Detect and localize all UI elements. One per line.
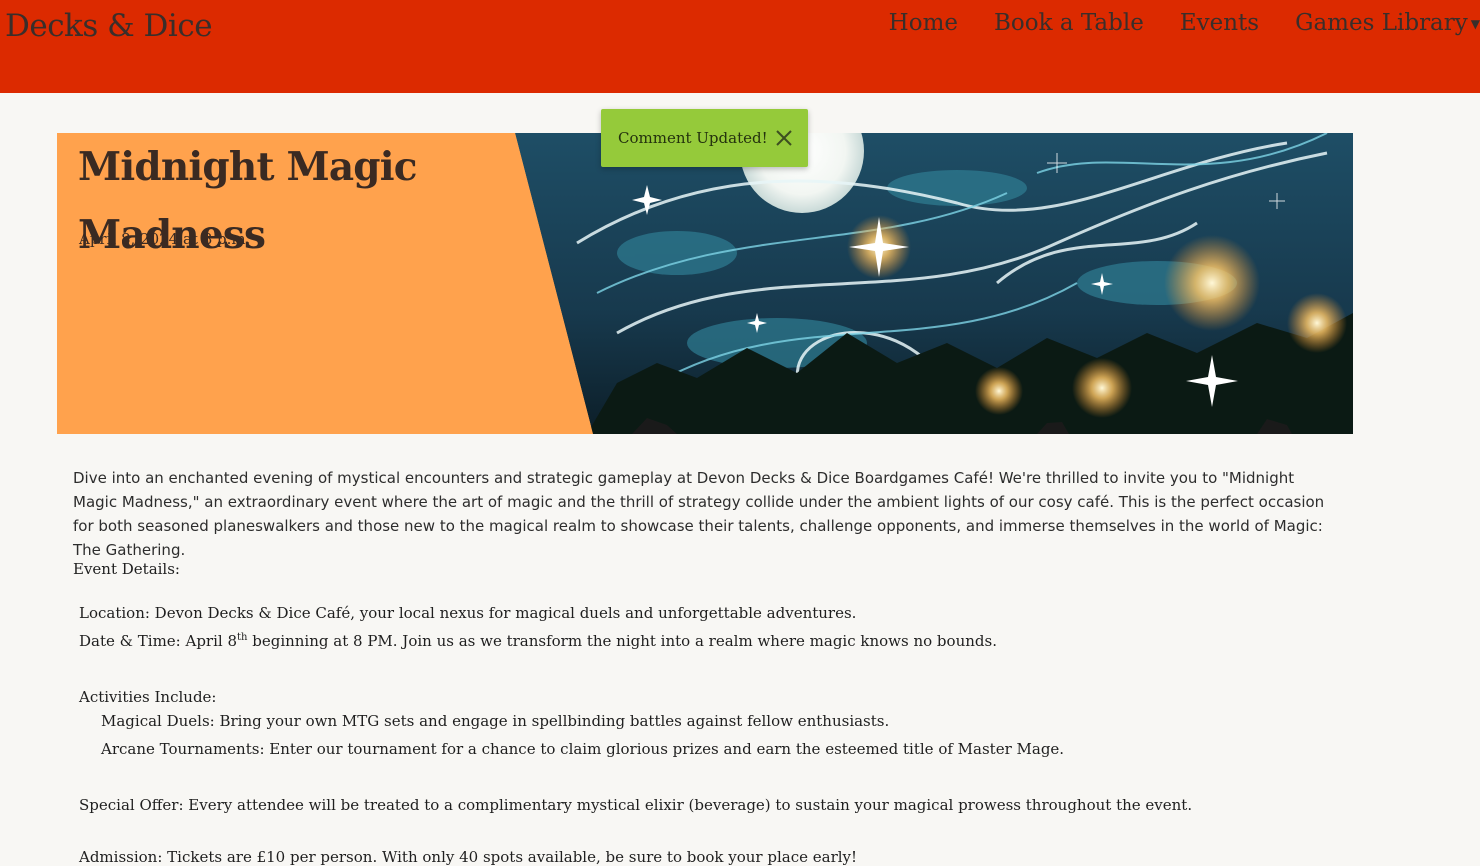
nav-events-link[interactable]: Events bbox=[1180, 10, 1259, 36]
activities-heading: Activities Include: bbox=[79, 688, 217, 706]
event-datetime-sup: th bbox=[237, 632, 248, 643]
close-icon[interactable] bbox=[774, 128, 794, 148]
comment-updated-toast: Comment Updated! bbox=[601, 109, 808, 167]
activity-item: Arcane Tournaments: Enter our tournament… bbox=[101, 740, 1065, 758]
event-datetime-prefix: Date & Time: April 8 bbox=[79, 632, 237, 650]
event-title-line1: Midnight Magic bbox=[78, 144, 418, 190]
admission-info: Admission: Tickets are £10 per person. W… bbox=[79, 848, 858, 866]
activity-item: Magical Duels: Bring your own MTG sets a… bbox=[101, 712, 890, 730]
event-date: April 8, 2024 at 8 p.m. bbox=[79, 230, 251, 248]
event-banner: Midnight Magic Madness April 8, 2024 at … bbox=[57, 133, 1353, 434]
event-details-heading: Event Details: bbox=[73, 560, 180, 578]
chevron-down-icon: ▼ bbox=[1470, 17, 1480, 31]
nav-games-library-dropdown[interactable]: Games Library ▼ bbox=[1295, 10, 1480, 36]
event-title: Midnight Magic Madness bbox=[78, 133, 498, 269]
toast-message: Comment Updated! bbox=[618, 129, 768, 147]
event-datetime-suffix: beginning at 8 PM. Join us as we transfo… bbox=[247, 632, 997, 650]
event-intro-paragraph: Dive into an enchanted evening of mystic… bbox=[73, 469, 1325, 559]
brand-logo-link[interactable]: Decks & Dice bbox=[5, 8, 213, 44]
main-nav: Home Book a Table Events Games Library ▼ bbox=[889, 10, 1480, 36]
event-datetime: Date & Time: April 8th beginning at 8 PM… bbox=[79, 632, 997, 650]
event-location: Location: Devon Decks & Dice Café, your … bbox=[79, 604, 857, 622]
nav-home-link[interactable]: Home bbox=[889, 10, 958, 36]
nav-games-library-label: Games Library bbox=[1295, 10, 1468, 36]
event-description: Dive into an enchanted evening of mystic… bbox=[73, 466, 1343, 866]
nav-book-table-link[interactable]: Book a Table bbox=[994, 10, 1144, 36]
special-offer: Special Offer: Every attendee will be tr… bbox=[79, 796, 1193, 814]
top-navbar: Decks & Dice Home Book a Table Events Ga… bbox=[0, 0, 1480, 93]
